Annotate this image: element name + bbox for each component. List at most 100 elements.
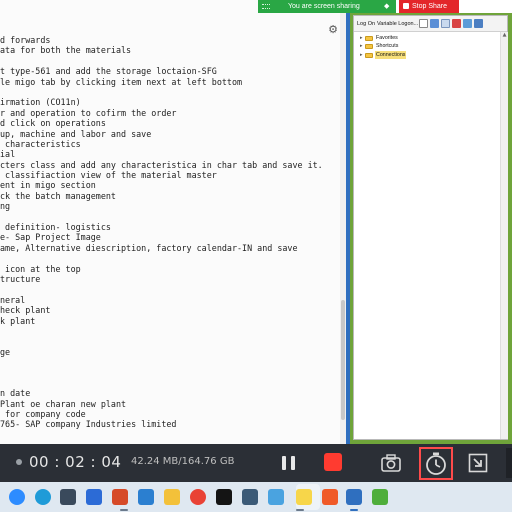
vscode-icon[interactable] <box>138 489 154 505</box>
editor-line: ck the batch management <box>0 190 116 201</box>
editor-line: neral <box>0 294 26 305</box>
taskbar <box>0 482 512 512</box>
netflix-icon[interactable] <box>216 489 232 505</box>
stop-icon <box>403 3 409 9</box>
sharing-status-text: You are screen sharing <box>288 3 360 10</box>
stop-recording-button[interactable] <box>324 453 342 471</box>
editor-line: ge <box>0 346 11 357</box>
sap-toolbar: Log On Variable Logon... <box>354 16 507 32</box>
store-icon[interactable] <box>60 489 76 505</box>
editor-line: d forwards <box>0 35 51 45</box>
editor-line: icon at the top <box>0 263 81 274</box>
minimize-recorder-button[interactable] <box>467 452 489 474</box>
stopwatch-icon <box>426 452 446 475</box>
gear-icon[interactable]: ⚙ <box>327 24 339 36</box>
tree-item-favorites[interactable]: ▸ Favorites <box>360 34 500 42</box>
stop-share-button[interactable]: Stop Share <box>399 0 459 13</box>
drag-handle-icon[interactable] <box>262 4 270 9</box>
editor-line: characteristics <box>0 138 81 149</box>
expand-icon[interactable]: ▸ <box>360 34 364 42</box>
edge-icon[interactable] <box>35 489 51 505</box>
recorder-edge <box>506 448 512 478</box>
zoom-icon[interactable] <box>9 489 25 505</box>
tab-log-on[interactable]: Log On <box>357 19 375 29</box>
minimize-icon <box>468 453 488 473</box>
expand-icon[interactable]: ▸ <box>360 42 364 50</box>
mail-icon[interactable] <box>346 489 362 505</box>
editor-text-area[interactable]: d forwards ata for both the materials t ty… <box>0 35 340 430</box>
tree-item-label: Favorites <box>376 35 398 41</box>
editor-line: e- Sap Project Image <box>0 232 101 243</box>
brave-icon[interactable] <box>322 489 338 505</box>
editor-line: d click on operations <box>0 118 106 129</box>
screenshot-button[interactable] <box>380 452 402 474</box>
chrome-icon[interactable] <box>190 489 206 505</box>
editor-line: tructure <box>0 273 41 284</box>
stop-share-label: Stop Share <box>412 3 448 10</box>
screen-share-bar: You are screen sharing ◆ Stop Share <box>258 0 512 13</box>
sap-logon-panel: Log On Variable Logon... ▸ Favorites ▸ S… <box>353 15 508 440</box>
sharing-status[interactable]: You are screen sharing ◆ <box>258 0 396 13</box>
calculator-icon[interactable] <box>242 489 258 505</box>
editor-line: t type-561 and add the storage loctaion-… <box>0 66 217 77</box>
connection-icon[interactable] <box>463 19 472 28</box>
sap-scrollbar[interactable]: ▲ <box>500 32 508 439</box>
dropbox-icon[interactable] <box>86 489 102 505</box>
edit-icon[interactable] <box>430 19 439 28</box>
running-indicator <box>296 509 304 511</box>
tab-variable-logon[interactable]: Variable Logon... <box>377 19 418 29</box>
schedule-timer-button[interactable] <box>419 447 453 480</box>
running-indicator <box>350 509 358 511</box>
recording-timer: 00 : 02 : 04 <box>29 453 122 471</box>
editor-line: k plant <box>0 315 36 326</box>
editor-line: ata for both the materials <box>0 45 132 56</box>
new-entry-icon[interactable] <box>419 19 428 28</box>
file-explorer-icon[interactable] <box>164 489 180 505</box>
editor-line: up, machine and labor and save <box>0 128 152 139</box>
tree-item-label: Shortcuts <box>376 43 399 50</box>
editor-line: 765- SAP company Industries limited <box>0 419 177 430</box>
photos-icon[interactable] <box>268 489 284 505</box>
folder-icon <box>365 52 373 58</box>
sap-logon-window: Log On Variable Logon... ▸ Favorites ▸ S… <box>346 13 512 444</box>
sticky-notes-icon[interactable] <box>296 489 312 505</box>
expand-icon[interactable]: ▸ <box>360 51 364 59</box>
sap-tree-view: ▸ Favorites ▸ Shortcuts ▸ Connections <box>360 34 500 60</box>
running-indicator <box>120 509 128 511</box>
editor-line: classifiaction view of the material mast… <box>0 170 217 181</box>
folder-icon <box>365 36 373 41</box>
delete-icon[interactable] <box>452 19 461 28</box>
editor-line: irmation (CO11n) <box>0 97 81 108</box>
tree-item-connections[interactable]: ▸ Connections <box>360 50 500 60</box>
editor-line: ame, Alternative diescription, factory c… <box>0 242 298 253</box>
screen-recorder-bar: 00 : 02 : 04 42.24 MB/164.76 GB <box>0 444 512 482</box>
editor-line: for company code <box>0 409 86 420</box>
editor-line: Plant oe charan new plant <box>0 398 127 409</box>
pause-icon <box>282 456 286 470</box>
green-app-icon[interactable] <box>372 489 388 505</box>
office-icon[interactable] <box>112 489 128 505</box>
scrollbar-thumb[interactable] <box>341 300 345 420</box>
scroll-up-icon[interactable]: ▲ <box>501 32 508 39</box>
pause-button[interactable] <box>279 453 299 473</box>
tree-item-label: Connections <box>375 50 407 60</box>
editor-line: definition- logistics <box>0 222 111 233</box>
tree-item-shortcuts[interactable]: ▸ Shortcuts <box>360 42 500 50</box>
text-editor[interactable]: d forwards ata for both the materials t ty… <box>0 0 346 444</box>
editor-line: ng <box>0 201 11 212</box>
recording-indicator-icon <box>16 459 22 465</box>
camera-icon <box>381 454 401 472</box>
view-icon[interactable] <box>474 19 483 28</box>
editor-line: ent in migo section <box>0 180 96 191</box>
editor-line: cters class and add any characteristica … <box>0 159 323 170</box>
editor-line: heck plant <box>0 305 51 316</box>
copy-icon[interactable] <box>441 19 450 28</box>
